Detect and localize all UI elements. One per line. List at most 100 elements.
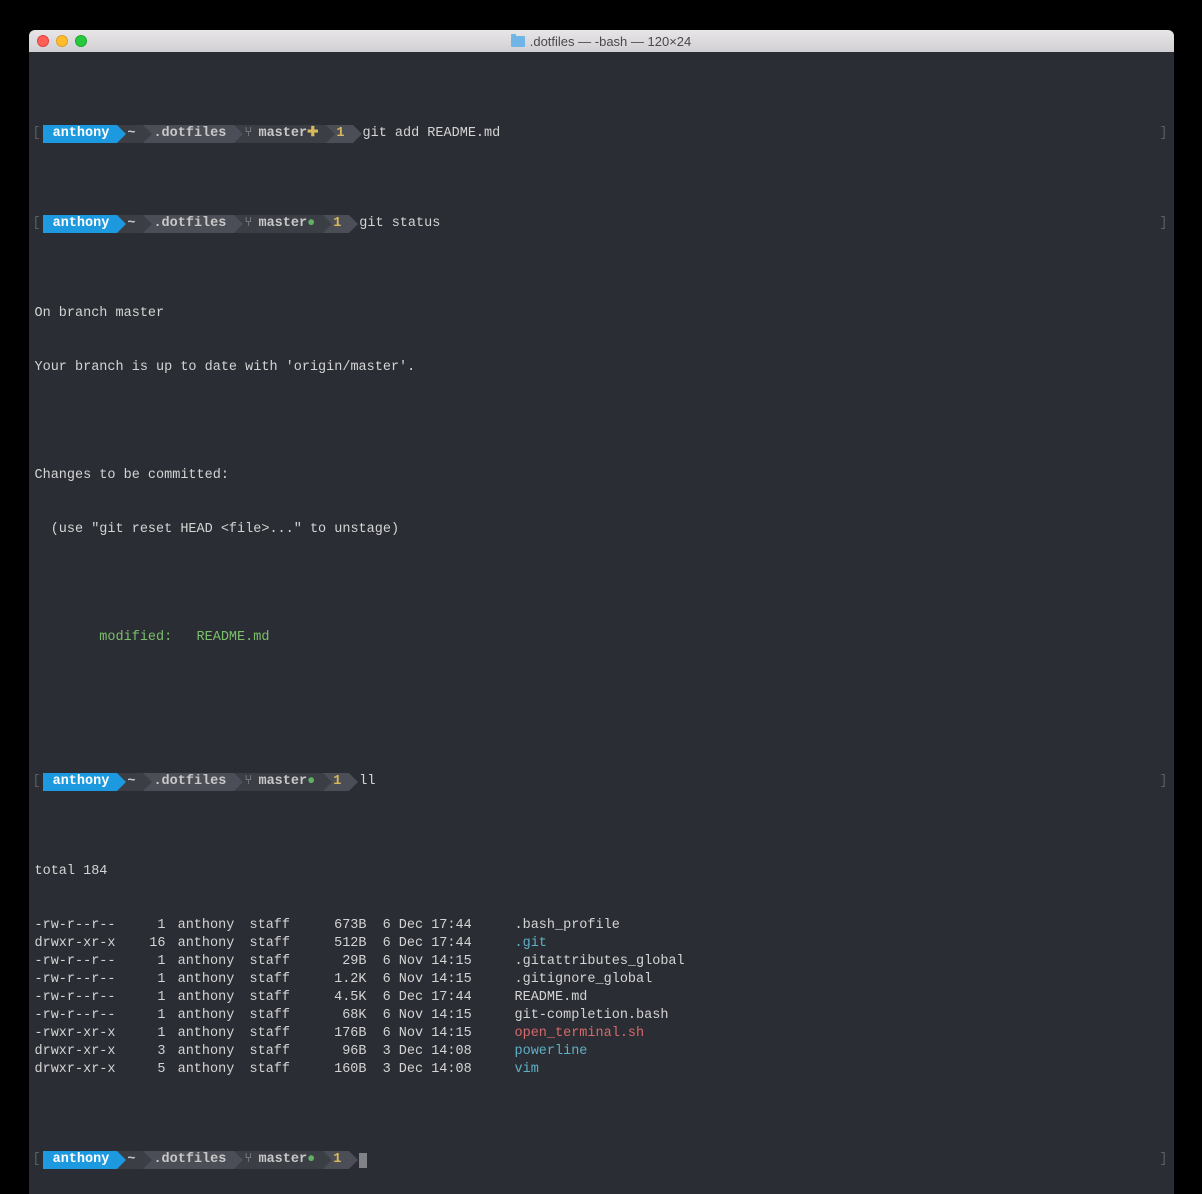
prompt-branch: master	[258, 215, 307, 233]
list-item: drwxr-xr-x3 anthonystaff96B 3 Dec 14:08p…	[31, 1043, 1172, 1061]
output-line	[31, 413, 1172, 431]
file-date: 3 Dec 14:08	[375, 1061, 515, 1079]
file-listing: -rw-r--r--1 anthonystaff673B 6 Dec 17:44…	[31, 917, 1172, 1079]
file-name: .bash_profile	[515, 917, 620, 935]
file-group: staff	[250, 971, 320, 989]
file-perms: -rw-r--r--	[35, 989, 140, 1007]
file-group: staff	[250, 1061, 320, 1079]
seg-branch: ⑂master ●	[234, 1151, 323, 1169]
output-line	[31, 683, 1172, 701]
bracket-right: ]	[376, 773, 1172, 791]
branch-icon: ⑂	[244, 773, 252, 791]
file-name: open_terminal.sh	[515, 1025, 645, 1043]
window-controls	[37, 35, 87, 47]
close-icon[interactable]	[37, 35, 49, 47]
seg-branch: ⑂ master ●	[234, 215, 323, 233]
list-item: -rwxr-xr-x1 anthonystaff176B 6 Nov 14:15…	[31, 1025, 1172, 1043]
file-owner: anthony	[170, 1025, 250, 1043]
file-perms: drwxr-xr-x	[35, 935, 140, 953]
file-owner: anthony	[170, 935, 250, 953]
output-line: Your branch is up to date with 'origin/m…	[31, 359, 1172, 377]
prompt-home: ~	[127, 125, 135, 143]
output-line-modified: modified: README.md	[31, 629, 1172, 647]
titlebar[interactable]: .dotfiles — -bash — 120×24	[29, 30, 1174, 52]
seg-dir: .dotfiles	[143, 1151, 234, 1169]
file-links: 1	[140, 1007, 170, 1025]
file-group: staff	[250, 1025, 320, 1043]
seg-branch: ⑂master ✚	[234, 125, 326, 143]
bracket-left: [	[31, 1151, 43, 1169]
prompt-count: 1	[333, 215, 341, 233]
git-status-icon: ●	[307, 215, 315, 233]
prompt-dir: .dotfiles	[153, 773, 226, 791]
prompt-count: 1	[333, 1151, 341, 1169]
prompt-branch: master	[258, 125, 307, 143]
minimize-icon[interactable]	[56, 35, 68, 47]
file-owner: anthony	[170, 1061, 250, 1079]
file-group: staff	[250, 935, 320, 953]
command-text: git add README.md	[353, 125, 501, 143]
folder-icon	[511, 36, 525, 47]
output-line: (use "git reset HEAD <file>..." to unsta…	[31, 521, 1172, 539]
list-item: -rw-r--r--1 anthonystaff68K 6 Nov 14:15g…	[31, 1007, 1172, 1025]
file-date: 6 Dec 17:44	[375, 989, 515, 1007]
seg-user: anthony	[43, 215, 118, 233]
list-item: -rw-r--r--1 anthonystaff673B 6 Dec 17:44…	[31, 917, 1172, 935]
prompt-dir: .dotfiles	[153, 1151, 226, 1169]
file-date: 6 Nov 14:15	[375, 953, 515, 971]
branch-icon: ⑂	[244, 215, 252, 233]
bracket-right: ]	[500, 125, 1171, 143]
file-date: 6 Nov 14:15	[375, 1007, 515, 1025]
output-line: total 184	[31, 863, 1172, 881]
bracket-left: [	[31, 773, 43, 791]
prompt-line: [ anthony ~ .dotfiles ⑂master ● 1 ll ]	[31, 773, 1172, 791]
file-size: 4.5K	[320, 989, 375, 1007]
prompt-branch: master	[258, 1151, 307, 1169]
prompt-user: anthony	[53, 125, 110, 143]
command-text: git status	[349, 215, 440, 233]
cursor[interactable]	[359, 1153, 367, 1168]
list-item: drwxr-xr-x5 anthonystaff160B 3 Dec 14:08…	[31, 1061, 1172, 1079]
file-group: staff	[250, 1043, 320, 1061]
file-date: 6 Nov 14:15	[375, 971, 515, 989]
output-line	[31, 575, 1172, 593]
seg-branch: ⑂master ●	[234, 773, 323, 791]
prompt-home: ~	[127, 1151, 135, 1169]
file-links: 3	[140, 1043, 170, 1061]
git-status-icon: ●	[307, 773, 315, 791]
file-name: README.md	[515, 989, 588, 1007]
git-status-icon: ●	[307, 1151, 315, 1169]
file-size: 29B	[320, 953, 375, 971]
window-title: .dotfiles — -bash — 120×24	[29, 34, 1174, 49]
file-size: 160B	[320, 1061, 375, 1079]
file-perms: -rw-r--r--	[35, 917, 140, 935]
seg-dir: .dotfiles	[143, 125, 234, 143]
seg-dir: .dotfiles	[143, 773, 234, 791]
prompt-home: ~	[127, 773, 135, 791]
file-perms: drwxr-xr-x	[35, 1043, 140, 1061]
file-name: .git	[515, 935, 547, 953]
terminal-body[interactable]: [ anthony ~ .dotfiles ⑂master ✚ 1 git ad…	[29, 52, 1174, 1194]
seg-dir: .dotfiles	[143, 215, 234, 233]
file-links: 1	[140, 917, 170, 935]
file-size: 176B	[320, 1025, 375, 1043]
file-date: 3 Dec 14:08	[375, 1043, 515, 1061]
prompt-dir: .dotfiles	[153, 125, 226, 143]
prompt-dir: .dotfiles	[153, 215, 226, 233]
zoom-icon[interactable]	[75, 35, 87, 47]
file-name: .gitattributes_global	[515, 953, 685, 971]
file-size: 96B	[320, 1043, 375, 1061]
prompt-user: anthony	[53, 215, 110, 233]
file-name: git-completion.bash	[515, 1007, 669, 1025]
file-perms: -rwxr-xr-x	[35, 1025, 140, 1043]
file-size: 673B	[320, 917, 375, 935]
file-perms: -rw-r--r--	[35, 953, 140, 971]
prompt-count: 1	[333, 773, 341, 791]
file-size: 1.2K	[320, 971, 375, 989]
list-item: drwxr-xr-x16 anthonystaff512B 6 Dec 17:4…	[31, 935, 1172, 953]
file-name: powerline	[515, 1043, 588, 1061]
window-title-text: .dotfiles — -bash — 120×24	[530, 34, 692, 49]
file-owner: anthony	[170, 989, 250, 1007]
prompt-user: anthony	[53, 1151, 110, 1169]
file-links: 1	[140, 953, 170, 971]
